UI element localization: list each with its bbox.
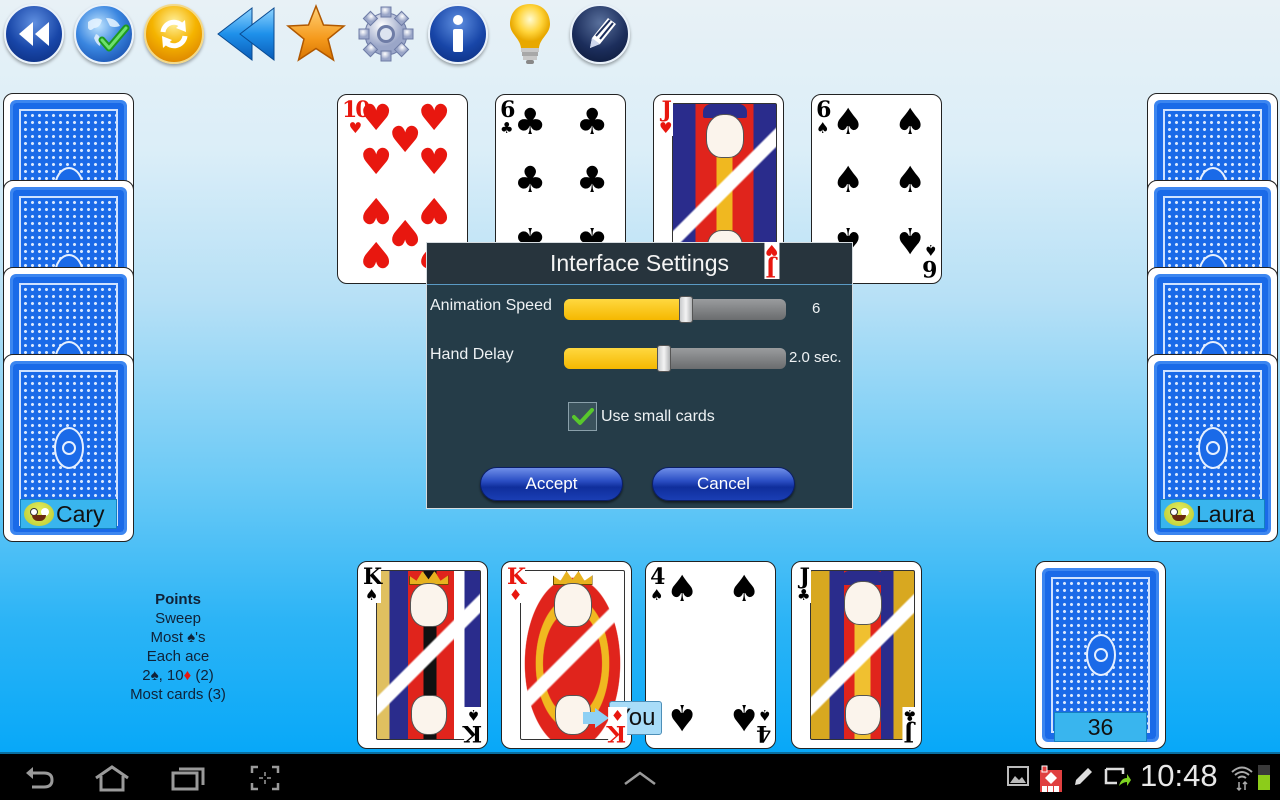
settings-button[interactable] (354, 2, 418, 66)
bot-avatar-icon (1164, 502, 1194, 526)
animation-speed-label: Animation Speed (430, 297, 552, 314)
dialog-title-bar: Interface Settings (427, 243, 852, 285)
draw-deck[interactable]: 36 (1035, 561, 1166, 749)
wifi-icon (1230, 764, 1254, 796)
clock: 10:48 (1140, 758, 1218, 793)
lightbulb-icon (510, 4, 550, 64)
player-name-label: Laura (1160, 499, 1265, 529)
pointer-arrow-icon (583, 712, 595, 724)
player-name: Laura (1196, 500, 1255, 527)
animation-speed-slider[interactable] (564, 296, 786, 323)
info-button[interactable] (426, 2, 490, 66)
recent-apps-button[interactable] (168, 762, 208, 794)
info-icon (428, 4, 488, 64)
screenshot-icon (250, 765, 280, 791)
interface-settings-dialog: Interface Settings Animation Speed 6 Han… (426, 242, 853, 509)
slider-thumb[interactable] (656, 345, 671, 372)
online-button[interactable] (72, 2, 136, 66)
hand-delay-slider[interactable] (564, 345, 786, 372)
recent-apps-icon (171, 767, 205, 791)
hand-card[interactable]: 4 ♠ ♠ ♠ ♠ ♠ 4 ♠ (645, 561, 776, 749)
slider-thumb[interactable] (679, 296, 694, 323)
back-button[interactable] (20, 762, 60, 794)
checkmark-icon (571, 407, 594, 425)
pencil-icon (570, 4, 630, 64)
gallery-icon (1007, 766, 1029, 790)
gear-icon (358, 6, 414, 62)
deck-count: 36 (1054, 712, 1147, 742)
notes-button[interactable] (568, 2, 632, 66)
player-name-label: Cary (20, 499, 117, 529)
hand-card[interactable]: K ♦ K ♦ (501, 561, 632, 749)
expand-panel-button[interactable] (620, 762, 660, 794)
cancel-button[interactable]: Cancel (652, 467, 795, 501)
back-icon (26, 767, 54, 789)
card-back: Cary (3, 354, 134, 542)
jack-figure (810, 570, 915, 740)
points-line: Each ace (146, 648, 210, 665)
favorite-button[interactable] (284, 2, 348, 66)
points-line: 2♠, 10♦ (2) (142, 667, 214, 684)
hand-delay-label: Hand Delay (430, 346, 514, 363)
dialog-title: Interface Settings (550, 250, 729, 276)
hand-card[interactable]: J ♣ J ♣ (791, 561, 922, 749)
small-cards-checkbox[interactable] (568, 402, 597, 431)
hand-delay-value: 2.0 sec. (789, 349, 842, 366)
points-line: Most ♠'s (150, 629, 206, 646)
refresh-icon (144, 4, 204, 64)
app-notification-icon (1038, 764, 1064, 798)
slider-fill (564, 348, 664, 369)
chevron-up-icon (624, 771, 656, 786)
hand-card[interactable]: K ♠ K ♠ (357, 561, 488, 749)
double-chevron-left-icon (4, 4, 64, 64)
screen-share-icon (1103, 766, 1131, 792)
points-line: Sweep (155, 610, 201, 627)
points-legend: Points Sweep Most ♠'s Each ace 2♠, 10♦ (… (100, 590, 256, 704)
card-back: Laura (1147, 354, 1278, 542)
restart-button[interactable] (142, 2, 206, 66)
home-icon (95, 765, 129, 792)
rewind-button[interactable] (2, 2, 66, 66)
small-cards-label: Use small cards (601, 407, 715, 425)
hint-button[interactable] (498, 2, 562, 66)
home-button[interactable] (90, 762, 134, 794)
bot-avatar-icon (24, 502, 54, 526)
points-line: Most cards (3) (130, 686, 226, 703)
player-name: Cary (56, 500, 105, 527)
screenshot-button[interactable] (246, 762, 284, 794)
double-arrow-left-icon (217, 6, 275, 62)
points-title: Points (155, 591, 201, 608)
battery-icon (1258, 762, 1270, 790)
accept-button[interactable]: Accept (480, 467, 623, 501)
small-cards-option[interactable]: Use small cards (568, 402, 715, 431)
edit-icon (1072, 766, 1094, 792)
animation-speed-value: 6 (812, 300, 821, 317)
slider-fill (564, 299, 687, 320)
system-navigation-bar: 10:48 (0, 752, 1280, 800)
undo-button[interactable] (214, 2, 278, 66)
globe-check-icon (74, 4, 134, 64)
star-icon (286, 3, 346, 62)
